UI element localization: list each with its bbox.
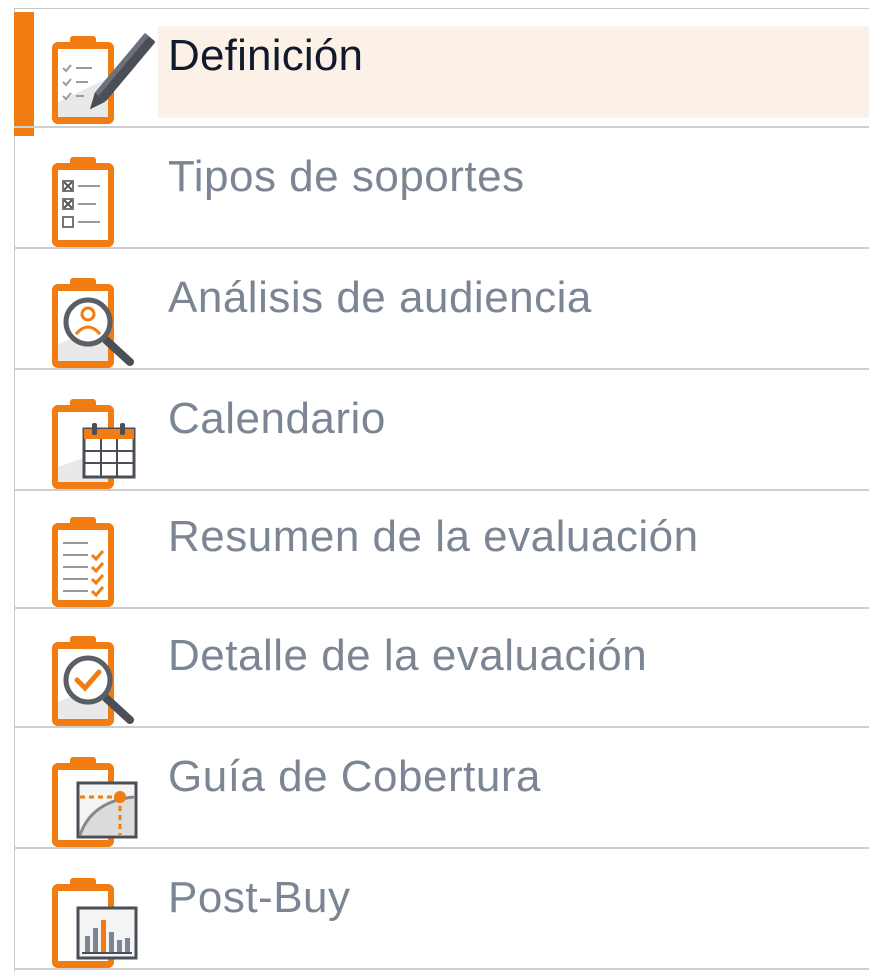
clipboard-checklist-icon xyxy=(48,153,158,253)
nav-item-tipos-de-soportes[interactable]: Tipos de soportes xyxy=(14,129,869,249)
nav-item-calendario[interactable]: Calendario xyxy=(14,371,869,491)
divider xyxy=(14,968,869,970)
nav-item-analisis-de-audiencia[interactable]: Análisis de audiencia xyxy=(14,250,869,370)
nav-item-label: Tipos de soportes xyxy=(168,152,525,201)
clipboard-curve-chart-icon xyxy=(48,753,158,853)
nav-item-label: Definición xyxy=(168,31,364,80)
nav-item-label: Calendario xyxy=(168,394,386,443)
clipboard-bar-chart-icon xyxy=(48,874,158,974)
clipboard-checks-icon xyxy=(48,513,158,613)
divider xyxy=(14,247,869,249)
clipboard-magnifier-user-icon xyxy=(48,274,158,374)
clipboard-pencil-icon xyxy=(48,32,158,132)
nav-item-post-buy[interactable]: Post-Buy xyxy=(14,850,869,970)
divider xyxy=(14,847,869,849)
clipboard-calendar-icon xyxy=(48,395,158,495)
nav-item-label: Guía de Cobertura xyxy=(168,752,541,801)
active-indicator xyxy=(14,12,34,136)
sidebar-nav: Definición Tipos de soportes Análisis de… xyxy=(0,0,869,972)
nav-item-definicion[interactable]: Definición xyxy=(14,8,869,136)
nav-item-guia-de-cobertura[interactable]: Guía de Cobertura xyxy=(14,729,869,849)
nav-item-resumen-de-la-evaluacion[interactable]: Resumen de la evaluación xyxy=(14,489,869,609)
nav-item-label: Detalle de la evaluación xyxy=(168,631,648,680)
divider xyxy=(14,368,869,370)
divider xyxy=(14,726,869,728)
divider xyxy=(14,126,869,128)
nav-item-label: Resumen de la evaluación xyxy=(168,512,699,561)
nav-item-detalle-de-la-evaluacion[interactable]: Detalle de la evaluación xyxy=(14,608,869,728)
nav-item-label: Análisis de audiencia xyxy=(168,273,592,322)
clipboard-magnifier-check-icon xyxy=(48,632,158,732)
nav-item-label: Post-Buy xyxy=(168,873,351,922)
